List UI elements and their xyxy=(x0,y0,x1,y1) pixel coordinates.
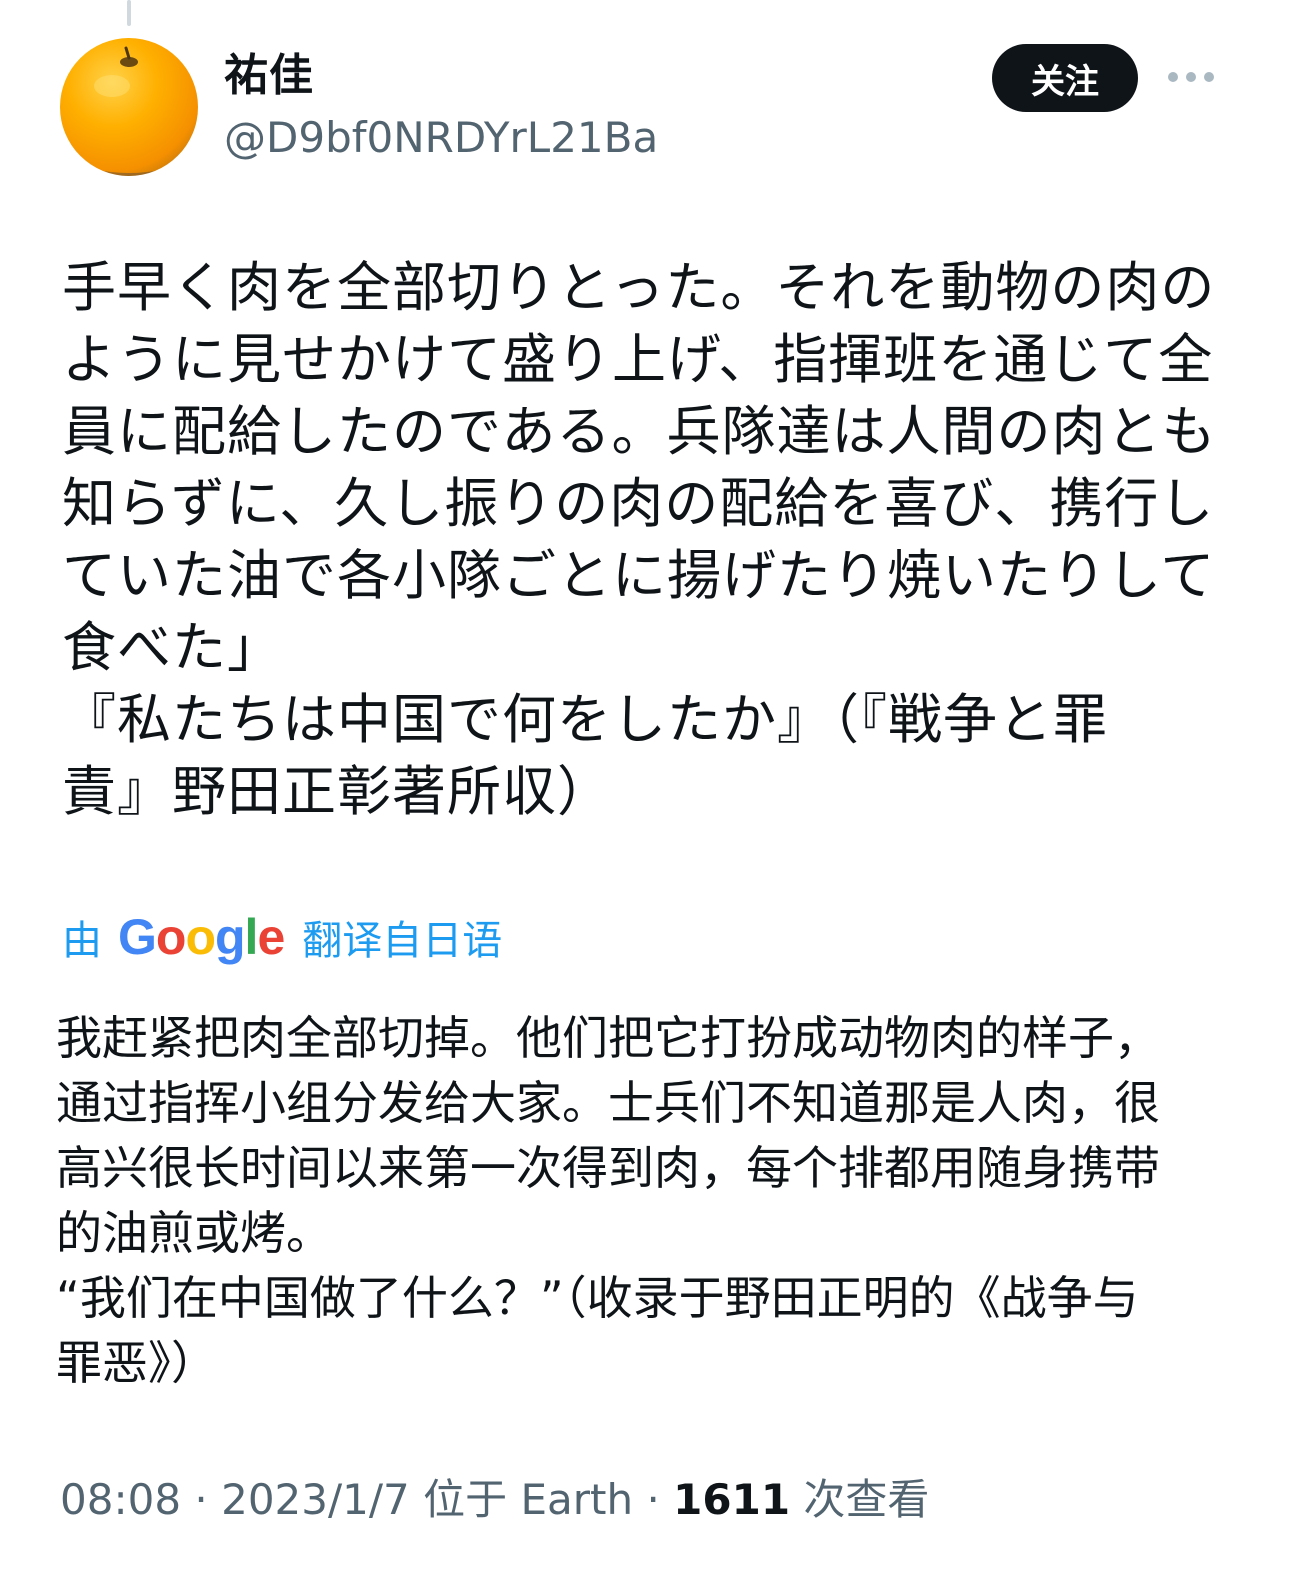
translated-text-line: 罪恶》） xyxy=(56,1336,217,1390)
avatar[interactable] xyxy=(60,38,198,176)
orange-fruit-icon xyxy=(60,46,198,176)
views-count[interactable]: 1611 xyxy=(673,1475,790,1524)
original-text-line: 手早く肉を全部切りとった。それを動物の肉の xyxy=(62,256,1216,319)
original-text-line: 食べた」 xyxy=(62,616,282,679)
translated-text-line: 高兴很长时间以来第一次得到肉，每个排都用随身携带 xyxy=(56,1141,1160,1195)
thread-connector-line xyxy=(127,0,131,26)
user-handle[interactable]: @D9bf0NRDYrL21Ba xyxy=(224,112,658,164)
tweet-translated-text: 我赶紧把肉全部切掉。他们把它打扮成动物肉的样子， 通过指挥小组分发给大家。士兵们… xyxy=(56,1006,1206,1396)
original-text-line: ように見せかけて盛り上げ、指揮班を通じて全 xyxy=(62,328,1214,391)
tweet-time[interactable]: 08:08 xyxy=(60,1475,181,1524)
more-dot xyxy=(1186,72,1196,82)
tweet-meta: 08:08 · 2023/1/7 位于 Earth · 1611 次查看 xyxy=(60,1472,929,1528)
original-text-line: 員に配給したのである。兵隊達は人間の肉とも xyxy=(62,400,1217,463)
tweet-location: 位于 Earth xyxy=(423,1475,634,1524)
tweet-original-text: 手早く肉を全部切りとった。それを動物の肉の ように見せかけて盛り上げ、指揮班を通… xyxy=(62,252,1217,828)
meta-separator: · xyxy=(181,1475,222,1524)
translation-attribution[interactable]: 由 Google 翻译自日语 xyxy=(62,905,502,969)
display-name[interactable]: 祐佳 xyxy=(224,48,314,104)
translation-prefix: 由 xyxy=(62,918,102,964)
translation-suffix[interactable]: 翻译自日语 xyxy=(302,908,502,966)
translated-text-line: “我们在中国做了什么？”（收录于野田正明的《战争与 xyxy=(56,1271,1139,1325)
meta-separator: · xyxy=(633,1475,674,1524)
more-horizontal-icon[interactable] xyxy=(1168,62,1214,92)
more-dot xyxy=(1204,72,1214,82)
more-dot xyxy=(1168,72,1178,82)
original-text-line: 知らずに、久し振りの肉の配給を喜び、携行し xyxy=(62,472,1215,535)
original-text-line: 『私たちは中国で何をしたか』（『戦争と罪 xyxy=(62,688,1108,751)
translated-text-line: 我赶紧把肉全部切掉。他们把它打扮成动物肉的样子， xyxy=(56,1011,1160,1065)
google-logo: Google xyxy=(118,909,285,965)
original-text-line: 責』野田正彰著所収） xyxy=(62,760,612,823)
tweet-date[interactable]: 2023/1/7 xyxy=(221,1475,410,1524)
views-label: 次查看 xyxy=(803,1475,930,1524)
original-text-line: ていた油で各小隊ごとに揚げたり焼いたりして xyxy=(62,544,1216,607)
translated-text-line: 通过指挥小组分发给大家。士兵们不知道那是人肉，很 xyxy=(56,1076,1160,1130)
translated-text-line: 的油煎或烤。 xyxy=(56,1206,332,1260)
follow-button[interactable]: 关注 xyxy=(992,44,1138,112)
